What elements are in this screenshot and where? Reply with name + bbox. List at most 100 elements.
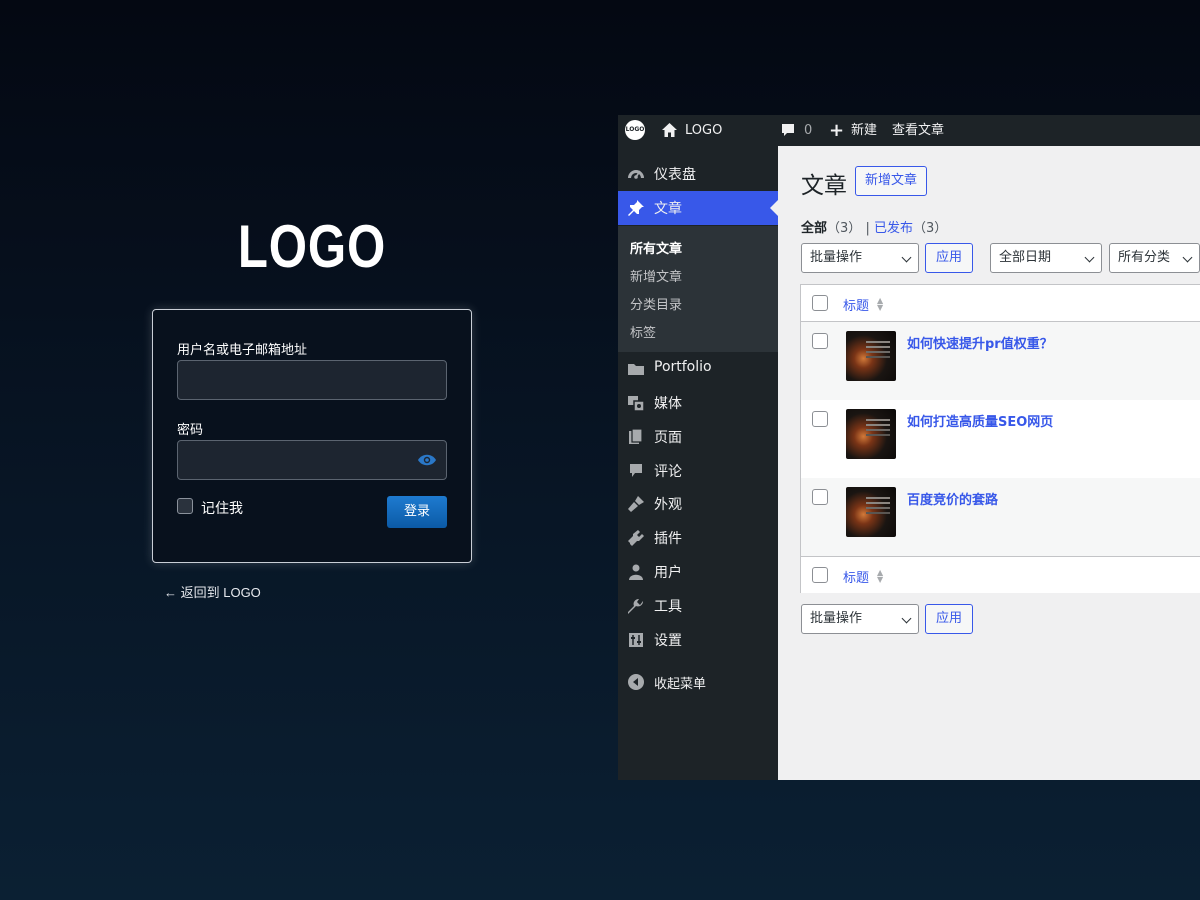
posts-submenu: 所有文章 新增文章 分类目录 标签: [618, 226, 778, 352]
column-title-header[interactable]: 标题: [843, 295, 869, 314]
table-row: 如何打造高质量SEO网页: [801, 400, 1200, 478]
paintbrush-icon: [628, 496, 644, 512]
login-form: 用户名或电子邮箱地址 密码 记住我 登录: [152, 309, 472, 563]
sidebar-item-users[interactable]: 用户: [618, 555, 778, 589]
wp-logo-icon[interactable]: LOGO: [625, 120, 645, 140]
username-label: 用户名或电子邮箱地址: [177, 343, 308, 358]
comments-count: 0: [804, 123, 813, 138]
filter-all-count: （3）: [827, 221, 862, 236]
filter-published-link[interactable]: 已发布: [874, 221, 913, 236]
admin-window: LOGO LOGO 0 + 新建 查看文章 仪表盘 文章 所有文章 新增文章 分…: [618, 115, 1200, 780]
login-submit-button[interactable]: 登录: [387, 496, 447, 528]
sidebar-item-label: 工具: [654, 599, 682, 615]
new-content-menu[interactable]: + 新建: [829, 115, 889, 146]
sidebar-item-media[interactable]: 媒体: [618, 386, 778, 420]
bulk-action-select-top[interactable]: 批量操作: [801, 243, 919, 273]
sidebar-item-label: 仪表盘: [654, 167, 696, 183]
page-title: 文章: [801, 173, 847, 199]
submenu-categories[interactable]: 分类目录: [630, 294, 682, 313]
view-posts-link[interactable]: 查看文章: [892, 115, 944, 146]
sidebar-item-label: 媒体: [654, 396, 682, 412]
admin-sidebar: 仪表盘 文章 所有文章 新增文章 分类目录 标签 Portfolio 媒体 页面…: [618, 146, 778, 780]
site-name: LOGO: [685, 123, 723, 138]
comments-link[interactable]: 0: [780, 115, 814, 146]
username-input[interactable]: [177, 360, 447, 400]
apply-button-top[interactable]: 应用: [925, 243, 973, 273]
sidebar-item-plugins[interactable]: 插件: [618, 521, 778, 555]
sidebar-item-portfolio[interactable]: Portfolio: [618, 352, 778, 386]
status-filter-links: 全部（3） | 已发布（3）: [801, 217, 947, 236]
post-thumbnail: [846, 487, 896, 537]
settings-icon: [629, 633, 643, 647]
post-title-link[interactable]: 百度竞价的套路: [907, 489, 998, 508]
home-icon: [662, 123, 677, 137]
collapse-arrow-icon: [628, 674, 644, 690]
post-title-link[interactable]: 如何打造高质量SEO网页: [907, 411, 1053, 430]
plus-icon: +: [829, 120, 845, 141]
new-label: 新建: [851, 123, 878, 138]
comment-icon: [630, 464, 642, 477]
user-icon: [629, 564, 643, 580]
row-checkbox[interactable]: [812, 489, 828, 505]
dashboard-icon: [628, 170, 644, 179]
sidebar-item-appearance[interactable]: 外观: [618, 487, 778, 521]
category-filter-select[interactable]: 所有分类: [1109, 243, 1200, 273]
sidebar-item-dashboard[interactable]: 仪表盘: [618, 157, 778, 191]
show-password-eye-icon[interactable]: [417, 453, 437, 467]
back-to-site-link[interactable]: ← 返回到 LOGO: [164, 582, 261, 601]
collapse-menu-button[interactable]: 收起菜单: [618, 665, 778, 699]
bulk-action-select-bottom[interactable]: 批量操作: [801, 604, 919, 634]
sidebar-item-label: Portfolio: [654, 359, 712, 375]
row-checkbox[interactable]: [812, 333, 828, 349]
sidebar-item-label: 设置: [654, 633, 682, 649]
filter-separator: |: [865, 221, 870, 236]
collapse-menu-label: 收起菜单: [654, 677, 707, 692]
sort-icon[interactable]: ▲ ▼: [877, 297, 883, 312]
sidebar-item-label: 外观: [654, 497, 682, 513]
select-all-checkbox-bottom[interactable]: [812, 567, 828, 583]
table-row: 百度竞价的套路: [801, 478, 1200, 556]
pushpin-icon: [628, 200, 644, 216]
filter-all-link[interactable]: 全部: [801, 221, 827, 236]
select-all-checkbox[interactable]: [812, 295, 828, 311]
column-title-footer[interactable]: 标题: [843, 567, 869, 586]
row-checkbox[interactable]: [812, 411, 828, 427]
sidebar-item-pages[interactable]: 页面: [618, 420, 778, 454]
sidebar-item-tools[interactable]: 工具: [618, 589, 778, 623]
submenu-tags[interactable]: 标签: [630, 322, 656, 341]
apply-button-bottom[interactable]: 应用: [925, 604, 973, 634]
post-thumbnail: [846, 409, 896, 459]
media-icon: [628, 396, 645, 412]
password-input[interactable]: [177, 440, 447, 480]
admin-bar: LOGO LOGO 0 + 新建 查看文章: [618, 115, 1200, 146]
sort-icon[interactable]: ▲ ▼: [877, 569, 883, 584]
sidebar-item-label: 文章: [654, 201, 682, 217]
sidebar-item-label: 插件: [654, 531, 682, 547]
plugin-icon: [628, 530, 644, 546]
sidebar-item-settings[interactable]: 设置: [618, 623, 778, 657]
login-logo: LOGO: [237, 213, 387, 280]
sidebar-item-label: 页面: [654, 430, 682, 446]
sidebar-item-posts[interactable]: 文章: [618, 191, 778, 225]
submenu-add-new[interactable]: 新增文章: [630, 266, 682, 285]
submenu-all-posts[interactable]: 所有文章: [630, 238, 682, 257]
sidebar-item-label: 评论: [654, 464, 682, 480]
post-title-link[interactable]: 如何快速提升pr值权重？: [907, 333, 1053, 352]
sidebar-item-comments[interactable]: 评论: [618, 454, 778, 488]
add-new-post-button[interactable]: 新增文章: [855, 166, 928, 196]
table-row: 如何快速提升pr值权重？: [801, 322, 1200, 400]
table-footer: 标题 ▲ ▼: [801, 556, 1200, 593]
sidebar-item-label: 用户: [654, 565, 682, 581]
remember-me-checkbox[interactable]: [177, 498, 193, 514]
post-thumbnail: [846, 331, 896, 381]
table-header: 标题 ▲ ▼: [801, 285, 1200, 322]
pages-icon: [629, 428, 643, 444]
posts-table: 标题 ▲▼ 如何快速提升pr值权重？ 如何打造高质量SEO网页 百度竞价的套路: [800, 284, 1200, 593]
filter-published-count: （3）: [912, 221, 948, 236]
remember-me-label: 记住我: [201, 501, 243, 517]
comment-bubble-icon: [782, 124, 794, 136]
posts-content: 文章 新增文章 全部（3） | 已发布（3） 批量操作 应用 全部日期 所有分类…: [778, 146, 1200, 780]
password-label: 密码: [177, 423, 204, 438]
date-filter-select[interactable]: 全部日期: [990, 243, 1102, 273]
folder-icon: [628, 364, 644, 375]
